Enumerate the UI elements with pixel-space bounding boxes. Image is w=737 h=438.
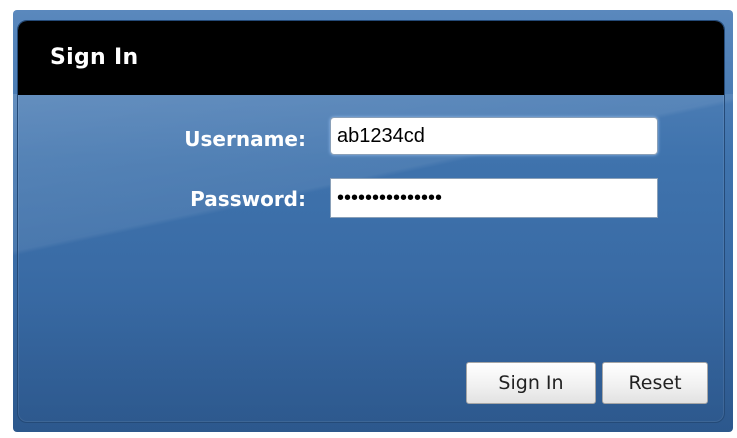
sign-in-button[interactable]: Sign In — [466, 362, 596, 404]
username-input[interactable] — [330, 117, 658, 155]
page: Sign In Username: Password: Sign In Rese… — [0, 0, 737, 438]
username-label: Username: — [184, 127, 306, 151]
dialog-title: Sign In — [50, 45, 139, 70]
password-label: Password: — [190, 187, 306, 211]
password-input[interactable] — [330, 178, 658, 218]
sign-in-dialog: Sign In Username: Password: Sign In Rese… — [17, 20, 725, 423]
reset-button[interactable]: Reset — [602, 362, 708, 404]
dialog-header: Sign In — [18, 21, 724, 95]
